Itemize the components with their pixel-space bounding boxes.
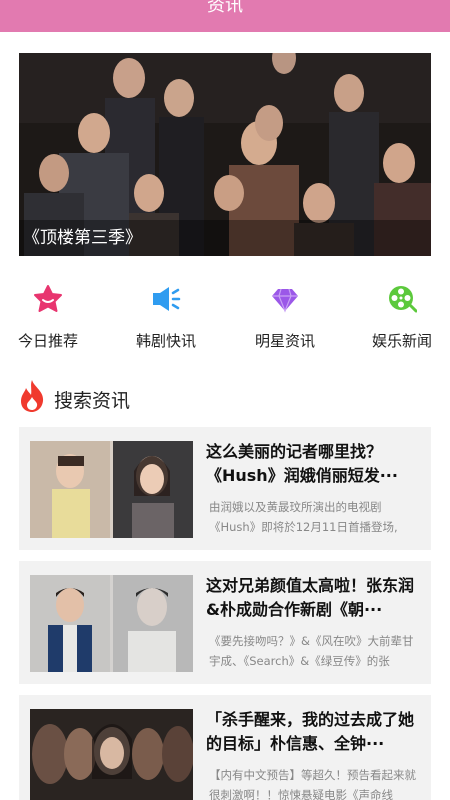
quick-nav-label: 明星资讯 — [254, 332, 315, 350]
article-summary: 由润娥以及黄晸玟所演出的电视剧《Hush》即将於12月11日首播登场, — [209, 500, 398, 534]
article-summary: 【内有中文预告】等超久！预告看起来就很刺激啊！！惊悚悬疑电影《声命线 — [209, 768, 416, 800]
banner-caption: 《顶楼第三季》 — [19, 220, 431, 256]
article-thumbnail — [30, 575, 193, 672]
article-title: 「杀手醒来，我的过去成了她的目标」朴信惠、全钟··· — [206, 710, 415, 753]
article-card[interactable]: 这对兄弟颜值太高啦！张东润&朴成勋合作新剧《朝··· 《要先接吻吗？》&《风在吹… — [19, 561, 431, 684]
film-reel-icon — [389, 286, 417, 313]
article-title: 这么美丽的记者哪里找？《Hush》润娥俏丽短发··· — [206, 442, 398, 485]
article-card[interactable]: 「杀手醒来，我的过去成了她的目标」朴信惠、全钟··· 【内有中文预告】等超久！预… — [19, 695, 431, 800]
diamond-icon — [272, 288, 298, 313]
article-card[interactable]: 这么美丽的记者哪里找？《Hush》润娥俏丽短发··· 由润娥以及黄晸玟所演出的电… — [19, 427, 431, 550]
quick-nav-kdrama-news[interactable]: 韩剧快讯 — [118, 282, 214, 351]
banner-carousel[interactable]: 《顶楼第三季》 — [19, 53, 431, 256]
quick-nav-today-recommend[interactable]: 今日推荐 — [0, 282, 96, 351]
quick-nav: 今日推荐 韩剧快讯 明星资讯 娱乐新闻 — [0, 282, 450, 352]
megaphone-icon — [153, 287, 181, 311]
page-title: 资讯 — [207, 0, 243, 16]
star-icon — [34, 285, 62, 312]
article-thumbnail — [30, 709, 193, 800]
quick-nav-entertainment-news[interactable]: 娱乐新闻 — [354, 282, 450, 351]
app-header: 资讯 — [0, 0, 450, 32]
article-summary: 《要先接吻吗？》&《风在吹》大前辈甘宇成、《Search》&《绿豆传》的张 — [209, 634, 414, 668]
quick-nav-label: 今日推荐 — [17, 332, 78, 350]
article-thumbnail — [30, 441, 193, 538]
section-title: 搜索资讯 — [54, 390, 131, 412]
quick-nav-star-news[interactable]: 明星资讯 — [237, 282, 333, 351]
flame-icon — [21, 380, 44, 412]
quick-nav-label: 韩剧快讯 — [135, 332, 196, 350]
article-title: 这对兄弟颜值太高啦！张东润&朴成勋合作新剧《朝··· — [206, 576, 415, 619]
quick-nav-label: 娱乐新闻 — [371, 332, 432, 350]
